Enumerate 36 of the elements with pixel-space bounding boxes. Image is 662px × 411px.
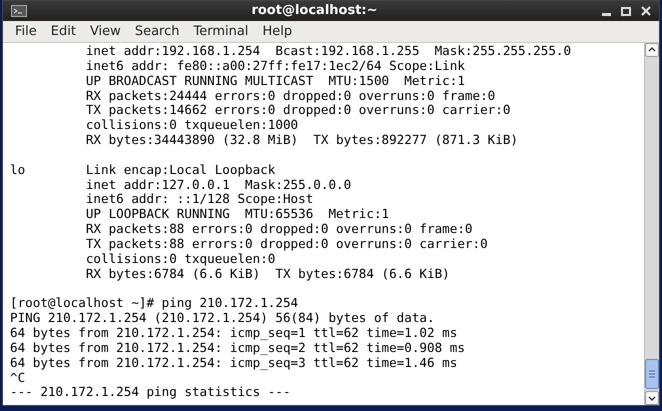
maximize-icon[interactable] bbox=[621, 6, 631, 16]
menu-item[interactable]: Help bbox=[256, 22, 298, 42]
close-icon[interactable] bbox=[641, 6, 651, 16]
terminal-line: 64 bytes from 210.172.1.254: icmp_seq=2 ttl=62 time=0.908 ms bbox=[10, 340, 465, 356]
window-title: root@localhost:~ bbox=[250, 2, 379, 20]
menu-item[interactable]: Edit bbox=[44, 22, 82, 42]
terminal-icon bbox=[11, 5, 27, 17]
terminal-line: collisions:0 txqueuelen:1000 bbox=[84, 118, 298, 134]
terminal-line: PING 210.172.1.254 (210.172.1.254) 56(84) bytes of data. bbox=[10, 311, 435, 326]
terminal-line: --- 210.172.1.254 ping statistics --- bbox=[10, 385, 291, 400]
terminal-line: lo Link encap:Local Loopback bbox=[10, 162, 276, 178]
terminal-line: inet6 addr: ::1/128 Scope:Host bbox=[84, 192, 314, 208]
menu-item[interactable]: Search bbox=[128, 22, 186, 42]
terminal-line: UP BROADCAST RUNNING MULTICAST MTU:1500 Metric:1 bbox=[84, 74, 465, 89]
terminal-line: inet addr:192.168.1.254 Bcast:192.168.1.255 Mask:255.255.255.0 bbox=[84, 44, 572, 59]
terminal-line: inet addr:127.0.0.1 Mask:255.0.0.0 bbox=[84, 178, 352, 192]
menu-item[interactable]: File bbox=[9, 22, 43, 42]
terminal-line: ^C bbox=[10, 370, 26, 386]
terminal-line: inet6 addr: fe80::a00:27ff:fe17:1ec2/64 Scope:Link bbox=[84, 58, 465, 74]
terminal-line: RX packets:88 errors:0 dropped:0 overruns:0 frame:0 bbox=[84, 222, 473, 237]
menu-item[interactable]: Terminal bbox=[187, 22, 254, 42]
scroll-down-icon[interactable] bbox=[645, 391, 659, 405]
terminal-line: RX bytes:6784 (6.6 KiB) TX bytes:6784 (6.6 KiB) bbox=[84, 266, 450, 282]
scroll-up-icon[interactable] bbox=[645, 43, 659, 57]
terminal-line: TX packets:88 errors:0 dropped:0 overruns:0 carrier:0 bbox=[84, 236, 488, 252]
scroll-thumb-icon[interactable] bbox=[645, 359, 659, 389]
terminal-line: 64 bytes from 210.172.1.254: icmp_seq=3 ttl=62 time=1.46 ms bbox=[10, 356, 458, 371]
terminal-line: TX packets:14662 errors:0 dropped:0 overruns:0 carrier:0 bbox=[84, 103, 510, 118]
terminal-line: UP LOOPBACK RUNNING MTU:65536 Metric:1 bbox=[84, 207, 390, 222]
scrollbar[interactable] bbox=[644, 43, 659, 405]
terminal-line: 64 bytes from 210.172.1.254: icmp_seq=1 ttl=62 time=1.02 ms bbox=[10, 326, 458, 341]
terminal-line: RX packets:24444 errors:0 dropped:0 overruns:0 frame:0 bbox=[84, 88, 496, 104]
terminal-line: [root@localhost ~]# ping 210.172.1.254 bbox=[10, 296, 298, 312]
menu-item[interactable]: View bbox=[84, 22, 127, 42]
terminal-line: RX bytes:34443890 (32.8 MiB) TX bytes:892277 (871.3 KiB) bbox=[84, 133, 518, 148]
terminal-line: collisions:0 txqueuelen:0 bbox=[84, 252, 276, 267]
